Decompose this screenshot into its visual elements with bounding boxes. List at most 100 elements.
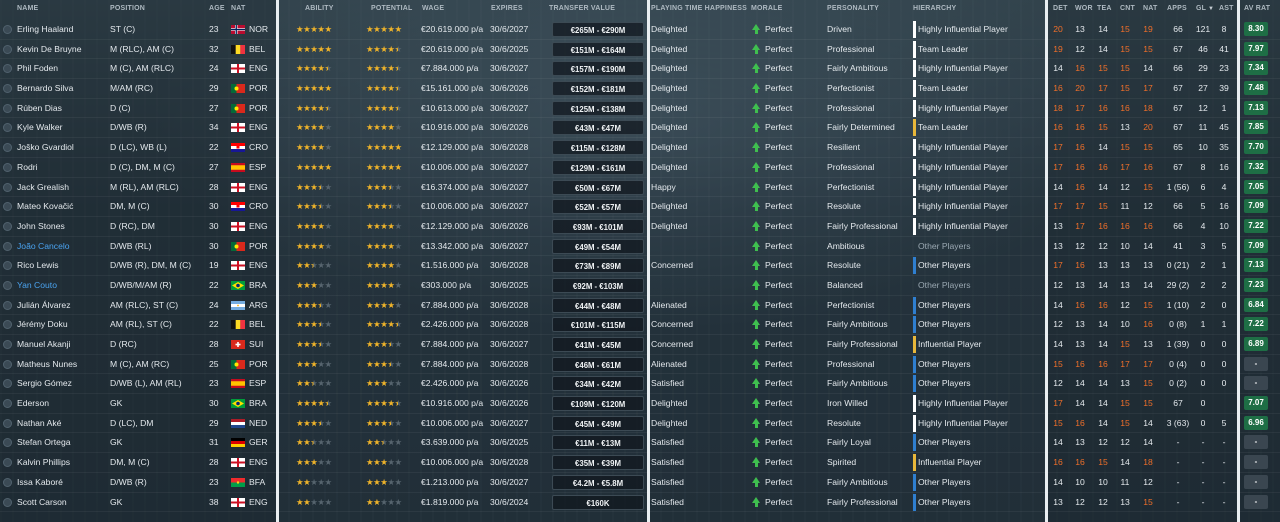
header-assists[interactable]: AST [1219,5,1234,12]
row-select-dot[interactable] [3,84,12,94]
header-transfer-value[interactable]: TRANSFER VALUE [549,5,615,12]
row-select-dot[interactable] [3,123,12,133]
player-name[interactable]: John Stones [17,221,65,231]
player-name[interactable]: João Cancelo [17,241,70,251]
player-name[interactable]: Joško Gvardiol [17,142,74,152]
player-name[interactable]: Phil Foden [17,63,58,73]
player-name[interactable]: Scott Carson [17,497,67,507]
row-select-dot[interactable] [3,182,12,192]
header-goals[interactable]: GL [1196,5,1214,12]
table-row[interactable]: Rico Lewis D/WB (R), DM, M (C) 19 ENG ★★★★★ ★… [0,256,1280,276]
player-name[interactable]: Kyle Walker [17,122,63,132]
table-row[interactable]: Ederson GK 30 BRA ★★★★★ ★★★★★ €10.916.000 p/a 3… [0,394,1280,414]
player-name[interactable]: Rúben Dias [17,103,62,113]
row-select-dot[interactable] [3,202,12,212]
header-tea[interactable]: TEA [1097,5,1112,12]
row-select-dot[interactable] [3,44,12,54]
table-row[interactable]: Yan Couto D/WB/M/AM (R) 22 BRA ★★★★★ ★★★★★ €30… [0,276,1280,296]
header-personality[interactable]: PERSONALITY [827,5,879,12]
player-name[interactable]: Rico Lewis [17,260,59,270]
header-cnt[interactable]: CNT [1120,5,1135,12]
header-playing-time-happiness[interactable]: PLAYING TIME HAPPINESS [651,5,747,12]
row-select-dot[interactable] [3,379,12,389]
row-select-dot[interactable] [3,64,12,74]
player-name[interactable]: Kalvin Phillips [17,457,70,467]
header-apps[interactable]: APPS [1167,5,1187,12]
header-name[interactable]: NAME [17,5,38,12]
header-age[interactable]: AGE [209,5,225,12]
row-select-dot[interactable] [3,241,12,251]
table-row[interactable]: Manuel Akanji D (RC) 28 SUI ★★★★★ ★★★★★ €7.884… [0,335,1280,355]
table-row[interactable]: Scott Carson GK 38 ENG ★★★★★ ★★★★★ €1.819.000 … [0,493,1280,513]
table-row[interactable]: Mateo Kovačić DM, M (C) 30 CRO ★★★★★ ★★★★★ €10… [0,197,1280,217]
table-row[interactable]: João Cancelo D/WB (RL) 30 POR ★★★★★ ★★★★★ €13.… [0,237,1280,257]
row-select-dot[interactable] [3,25,12,34]
table-row[interactable]: Kevin De Bruyne M (RLC), AM (C) 32 BEL ★★★★★… [0,40,1280,60]
player-name[interactable]: Issa Kaboré [17,477,63,487]
player-name[interactable]: Sergio Gómez [17,378,72,388]
row-select-dot[interactable] [3,497,12,507]
row-select-dot[interactable] [3,103,12,113]
row-select-dot[interactable] [3,438,12,448]
row-select-dot[interactable] [3,261,12,271]
row-select-dot[interactable] [3,418,12,428]
header-avg-rating[interactable]: AV RAT [1244,5,1270,12]
table-row[interactable]: Rodri D (C), DM, M (C) 27 ESP ★★★★★ ★★★★★ €10.… [0,158,1280,178]
table-row[interactable]: Stefan Ortega GK 31 GER ★★★★★ ★★★★★ €3.639.000… [0,433,1280,454]
table-row[interactable]: Kalvin Phillips DM, M (C) 28 ENG ★★★★★ ★★★★★ €… [0,453,1280,473]
header-morale[interactable]: MORALE [751,5,783,12]
header-wage[interactable]: WAGE [422,5,444,12]
header-ability[interactable]: ABILITY [305,5,334,12]
player-name[interactable]: Ederson [17,398,49,408]
row-select-dot[interactable] [3,399,12,409]
row-select-dot[interactable] [3,458,12,468]
player-name[interactable]: Manuel Akanji [17,339,71,349]
table-row[interactable]: Julián Álvarez AM (RLC), ST (C) 24 ARG ★★★★★… [0,296,1280,316]
table-row[interactable]: Jérémy Doku AM (RL), ST (C) 22 BEL ★★★★★ ★★★★… [0,315,1280,335]
row-select-dot[interactable] [3,162,12,172]
table-row[interactable]: Nathan Aké D (LC), DM 29 NED ★★★★★ ★★★★★ €10.0… [0,414,1280,434]
table-row[interactable]: Phil Foden M (C), AM (RLC) 24 ENG ★★★★★ ★★★★★… [0,59,1280,80]
table-row[interactable]: Erling Haaland ST (C) 23 NOR ★★★★★ ★★★★★ €20.6… [0,20,1280,40]
header-position[interactable]: POSITION [110,5,145,12]
table-row[interactable]: Rúben Dias D (C) 27 POR ★★★★★ ★★★★★ €10.613.00… [0,99,1280,119]
table-row[interactable]: John Stones D (RC), DM 30 ENG ★★★★★ ★★★★★ €12.… [0,217,1280,237]
row-select-dot[interactable] [3,320,12,330]
header-det[interactable]: DET [1053,5,1068,12]
player-name[interactable]: Matheus Nunes [17,359,77,369]
player-name[interactable]: Rodri [17,162,38,172]
header-wor[interactable]: WOR [1075,5,1093,12]
player-name[interactable]: Julián Álvarez [17,300,71,310]
player-name[interactable]: Jack Grealish [17,182,69,192]
header-expires[interactable]: EXPIRES [491,5,523,12]
table-row[interactable]: Jack Grealish M (RL), AM (RLC) 28 ENG ★★★★★ ★… [0,178,1280,198]
row-select-dot[interactable] [3,359,12,369]
flag-cro-icon [231,202,245,212]
table-row[interactable]: Sergio Gómez D/WB (L), AM (RL) 23 ESP ★★★★★ ★… [0,374,1280,395]
table-row[interactable]: Joško Gvardiol D (LC), WB (L) 22 CRO ★★★★★ ★★… [0,138,1280,158]
row-select-dot[interactable] [3,477,12,487]
player-name[interactable]: Erling Haaland [17,24,73,34]
attr-wor: 16 [1075,358,1085,369]
row-select-dot[interactable] [3,221,12,231]
player-name[interactable]: Stefan Ortega [17,437,71,447]
table-row[interactable]: Issa Kaboré D/WB (R) 23 BFA ★★★★★ ★★★★★ €1.213… [0,473,1280,493]
player-name[interactable]: Jérémy Doku [17,319,68,329]
player-name[interactable]: Mateo Kovačić [17,201,73,211]
player-name[interactable]: Yan Couto [17,280,57,290]
player-name[interactable]: Bernardo Silva [17,83,73,93]
row-select-dot[interactable] [3,300,12,310]
player-name[interactable]: Nathan Aké [17,418,61,428]
header-potential[interactable]: POTENTIAL [371,5,412,12]
header-hierarchy[interactable]: HIERARCHY [913,5,956,12]
table-row[interactable]: Matheus Nunes M (C), AM (RC) 25 POR ★★★★★ ★★★… [0,355,1280,375]
row-select-dot[interactable] [3,340,12,349]
morale-up-arrow-icon [754,187,758,192]
table-row[interactable]: Bernardo Silva M/AM (RC) 29 POR ★★★★★ ★★★★★ €1… [0,79,1280,99]
player-name[interactable]: Kevin De Bruyne [17,44,82,54]
row-select-dot[interactable] [3,143,12,153]
header-nat-attr[interactable]: NAT [1143,5,1157,12]
table-row[interactable]: Kyle Walker D/WB (R) 34 ENG ★★★★★ ★★★★★ €10.91… [0,118,1280,139]
header-nat[interactable]: NAT [231,5,245,12]
row-select-dot[interactable] [3,280,12,290]
